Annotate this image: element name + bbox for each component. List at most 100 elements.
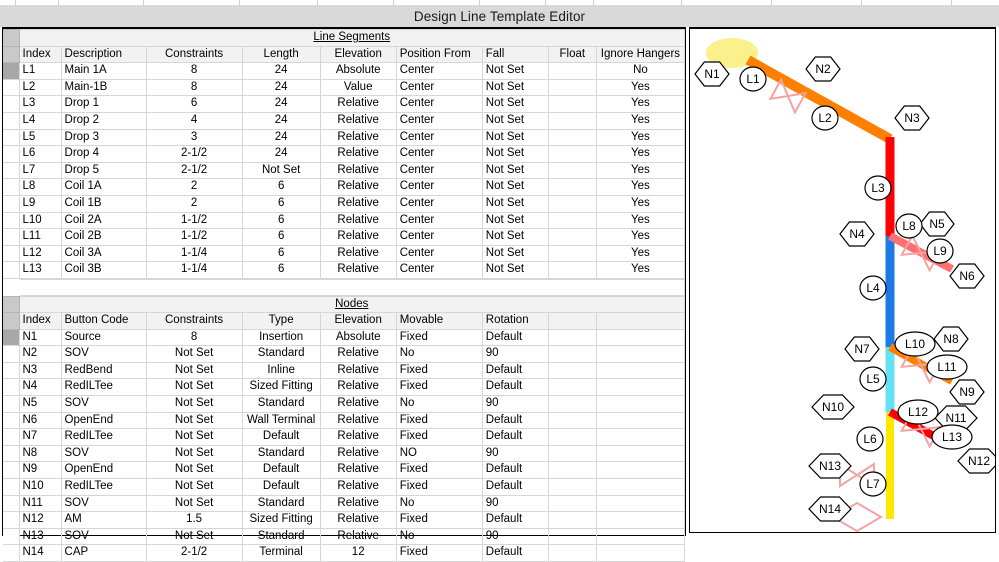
table-row[interactable]: L8Coil 1A26RelativeCenterNot SetYes [3,179,685,196]
cell-type[interactable]: Default [242,429,320,446]
col-header-type[interactable]: Type [242,313,320,330]
col-header-button-code[interactable]: Button Code [61,313,146,330]
row-selector[interactable] [3,396,19,413]
cell-node-elevation[interactable]: Relative [320,495,396,512]
cell-node-constraints[interactable]: Not Set [146,528,242,545]
cell-node-index[interactable]: N2 [19,346,61,363]
line-callout-l6[interactable]: L6 [857,427,883,451]
row-selector[interactable] [3,379,19,396]
cell-elevation[interactable]: Value [320,79,396,96]
cell-node-constraints[interactable]: Not Set [146,396,242,413]
cell-fall[interactable]: Not Set [482,179,548,196]
cell-rotation[interactable]: Default [482,479,548,496]
cell-elevation[interactable]: Relative [320,162,396,179]
cell-node-elevation[interactable]: Relative [320,412,396,429]
cell-node-elevation[interactable]: Absolute [320,329,396,346]
cell-node-index[interactable]: N11 [19,495,61,512]
table-row[interactable]: L5Drop 3324RelativeCenterNot SetYes [3,129,685,146]
row-selector[interactable] [3,545,19,562]
cell-length[interactable]: Not Set [242,162,320,179]
design-line-preview-panel[interactable]: N1N2N3N4N5N6N7N8N9N10N11N12N13N14L1L2L3L… [689,27,996,533]
cell-movable[interactable]: NO [396,445,482,462]
node-callout-n12[interactable]: N12 [958,449,995,473]
cell-fall[interactable]: Not Set [482,63,548,80]
row-selector[interactable] [3,512,19,529]
cell-type[interactable]: Sized Fitting [242,379,320,396]
cell-float[interactable] [548,112,596,129]
cell-movable[interactable]: No [396,396,482,413]
cell-float[interactable] [548,96,596,113]
cell-blank-1[interactable] [548,379,596,396]
cell-node-elevation[interactable]: 12 [320,545,396,562]
cell-movable[interactable]: Fixed [396,362,482,379]
cell-float[interactable] [548,229,596,246]
cell-constraints[interactable]: 3 [146,129,242,146]
cell-position-from[interactable]: Center [396,63,482,80]
cell-ignore-hangers[interactable]: Yes [596,79,684,96]
cell-ignore-hangers[interactable]: Yes [596,129,684,146]
line-callout-l12[interactable]: L12 [898,400,938,424]
row-selector[interactable] [3,346,19,363]
row-selector[interactable] [3,329,19,346]
node-callout-n4[interactable]: N4 [840,222,874,246]
cell-index[interactable]: L2 [19,79,61,96]
row-selector[interactable] [3,162,19,179]
cell-index[interactable]: L3 [19,96,61,113]
cell-type[interactable]: Standard [242,528,320,545]
cell-elevation[interactable]: Relative [320,262,396,279]
node-callout-n8[interactable]: N8 [934,327,968,351]
cell-blank-1[interactable] [548,512,596,529]
cell-fall[interactable]: Not Set [482,195,548,212]
row-selector[interactable] [3,129,19,146]
cell-button-code[interactable]: RedBend [61,362,146,379]
cell-constraints[interactable]: 1-1/2 [146,212,242,229]
cell-blank-1[interactable] [548,346,596,363]
row-selector[interactable] [3,462,19,479]
node-callout-n9[interactable]: N9 [950,380,984,404]
table-row[interactable]: L10Coil 2A1-1/26RelativeCenterNot SetYes [3,212,685,229]
col-header-rotation[interactable]: Rotation [482,313,548,330]
cell-description[interactable]: Coil 1B [61,195,146,212]
cell-float[interactable] [548,195,596,212]
cell-blank-1[interactable] [548,462,596,479]
cell-node-index[interactable]: N7 [19,429,61,446]
line-callout-l11[interactable]: L11 [927,355,967,379]
cell-node-elevation[interactable]: Relative [320,462,396,479]
table-row[interactable]: N7RedILTeeNot SetDefaultRelativeFixedDef… [3,429,685,446]
cell-index[interactable]: L11 [19,229,61,246]
cell-movable[interactable]: Fixed [396,512,482,529]
cell-button-code[interactable]: Source [61,329,146,346]
col-header-float[interactable]: Float [548,46,596,63]
cell-rotation[interactable]: 90 [482,495,548,512]
cell-length[interactable]: 6 [242,245,320,262]
table-row[interactable]: L9Coil 1B26RelativeCenterNot SetYes [3,195,685,212]
cell-constraints[interactable]: 2-1/2 [146,162,242,179]
cell-blank-1[interactable] [548,329,596,346]
cell-movable[interactable]: Fixed [396,379,482,396]
row-selector[interactable] [3,262,19,279]
cell-blank-2[interactable] [596,495,684,512]
table-row[interactable]: L6Drop 42-1/224RelativeCenterNot SetYes [3,146,685,163]
cell-fall[interactable]: Not Set [482,229,548,246]
cell-blank-2[interactable] [596,346,684,363]
cell-description[interactable]: Drop 3 [61,129,146,146]
table-row[interactable]: N13SOVNot SetStandardRelativeNo90 [3,528,685,545]
cell-description[interactable]: Coil 3B [61,262,146,279]
cell-length[interactable]: 24 [242,129,320,146]
cell-index[interactable]: L13 [19,262,61,279]
row-selector[interactable] [3,146,19,163]
table-row[interactable]: L13Coil 3B1-1/46RelativeCenterNot SetYes [3,262,685,279]
cell-rotation[interactable]: Default [482,462,548,479]
cell-ignore-hangers[interactable]: Yes [596,195,684,212]
cell-rotation[interactable]: 90 [482,396,548,413]
cell-node-index[interactable]: N6 [19,412,61,429]
table-row[interactable]: N5SOVNot SetStandardRelativeNo90 [3,396,685,413]
cell-elevation[interactable]: Relative [320,96,396,113]
cell-index[interactable]: L6 [19,146,61,163]
cell-rotation[interactable]: 90 [482,528,548,545]
cell-node-index[interactable]: N4 [19,379,61,396]
cell-node-elevation[interactable]: Relative [320,445,396,462]
cell-length[interactable]: 6 [242,262,320,279]
cell-description[interactable]: Coil 1A [61,179,146,196]
cell-constraints[interactable]: 2-1/2 [146,146,242,163]
